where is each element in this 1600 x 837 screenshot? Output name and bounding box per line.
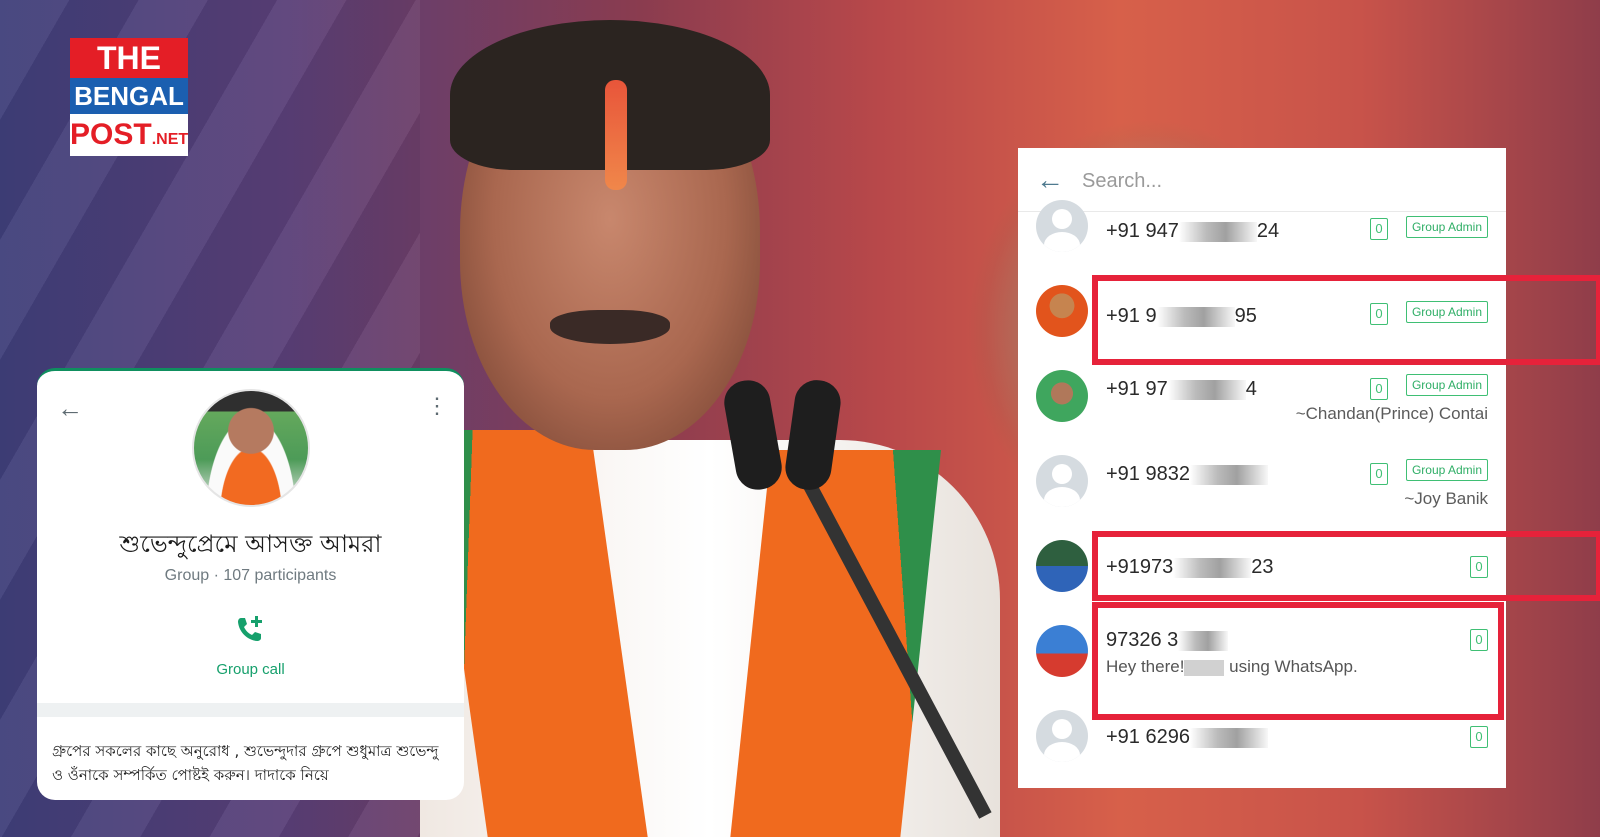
highlight-box — [1092, 531, 1600, 601]
number-start: +91 6296 — [1106, 726, 1190, 748]
number-start: +91 97 — [1106, 378, 1168, 400]
participant-row[interactable]: +91 97 4 0 Group Admin ~Chandan(Prince) C… — [1018, 356, 1506, 440]
participant-name: ~Chandan(Prince) Contai — [1295, 404, 1488, 423]
redacted-digits — [1189, 727, 1268, 748]
count-badge: 0 — [1370, 463, 1388, 485]
logo-the: THE — [70, 38, 188, 78]
default-avatar-icon — [1036, 455, 1088, 507]
redacted-digits — [1167, 379, 1246, 400]
group-info-card: ← ⋮ শুভেন্দুপ্রেমে আসক্ত আমরা Group · 10… — [37, 368, 464, 800]
group-admin-badge: Group Admin — [1405, 374, 1488, 396]
speaker-tilak — [605, 80, 627, 190]
default-avatar-icon — [1036, 710, 1088, 762]
number-end: 4 — [1245, 378, 1257, 400]
participant-row[interactable]: +91 947 24 0 Group Admin — [1018, 186, 1506, 270]
default-avatar-icon — [1036, 200, 1088, 252]
group-title: শুভেন্দুপ্রেমে আসক্ত আমরা — [119, 530, 382, 558]
participant-number: +91 97 4 — [1106, 378, 1257, 401]
more-vert-icon[interactable]: ⋮ — [426, 393, 448, 419]
speaker-mustache — [550, 310, 670, 344]
highlight-box — [1092, 602, 1504, 720]
group-description: গ্রুপের সকলের কাছে অনুরোধ , শুভেন্দুদার … — [52, 742, 439, 784]
participant-avatar — [1036, 625, 1088, 677]
group-admin-badge: Group Admin — [1405, 216, 1488, 238]
participant-number: +91 947 24 — [1106, 220, 1279, 243]
participant-name: ~Joy Banik — [1404, 489, 1488, 508]
arrow-left-icon[interactable]: ← — [57, 393, 83, 424]
participant-row[interactable]: +91 9832 0 Group Admin ~Joy Banik — [1018, 441, 1506, 525]
logo-bengal: BENGAL — [70, 78, 188, 114]
participant-number: +91 6296 — [1106, 726, 1268, 749]
redacted-digits — [1178, 221, 1257, 242]
redacted-digits — [1189, 464, 1268, 485]
section-divider — [37, 703, 464, 717]
group-avatar[interactable] — [192, 389, 310, 507]
participant-avatar — [1036, 370, 1088, 422]
count-badge: 0 — [1370, 218, 1388, 240]
speaker-photo — [420, 10, 1020, 837]
participant-number: +91 9832 — [1106, 463, 1268, 486]
group-participants-count: Group · 107 participants — [164, 567, 337, 584]
logo-post: POST.NET — [70, 114, 188, 156]
number-start: +91 9832 — [1106, 463, 1190, 485]
number-end: 24 — [1256, 220, 1280, 242]
group-call-button[interactable]: Group call — [37, 661, 464, 678]
highlight-box — [1092, 275, 1600, 365]
logo-post-text: POST — [70, 118, 152, 151]
site-logo: THE BENGAL POST.NET — [70, 38, 188, 156]
count-badge: 0 — [1470, 726, 1488, 748]
group-admin-badge: Group Admin — [1405, 459, 1488, 481]
count-badge: 0 — [1370, 378, 1388, 400]
logo-net-text: .NET — [151, 131, 189, 148]
number-start: +91 947 — [1106, 220, 1179, 242]
add-call-icon[interactable] — [235, 614, 265, 644]
participant-avatar — [1036, 285, 1088, 337]
participant-avatar — [1036, 540, 1088, 592]
